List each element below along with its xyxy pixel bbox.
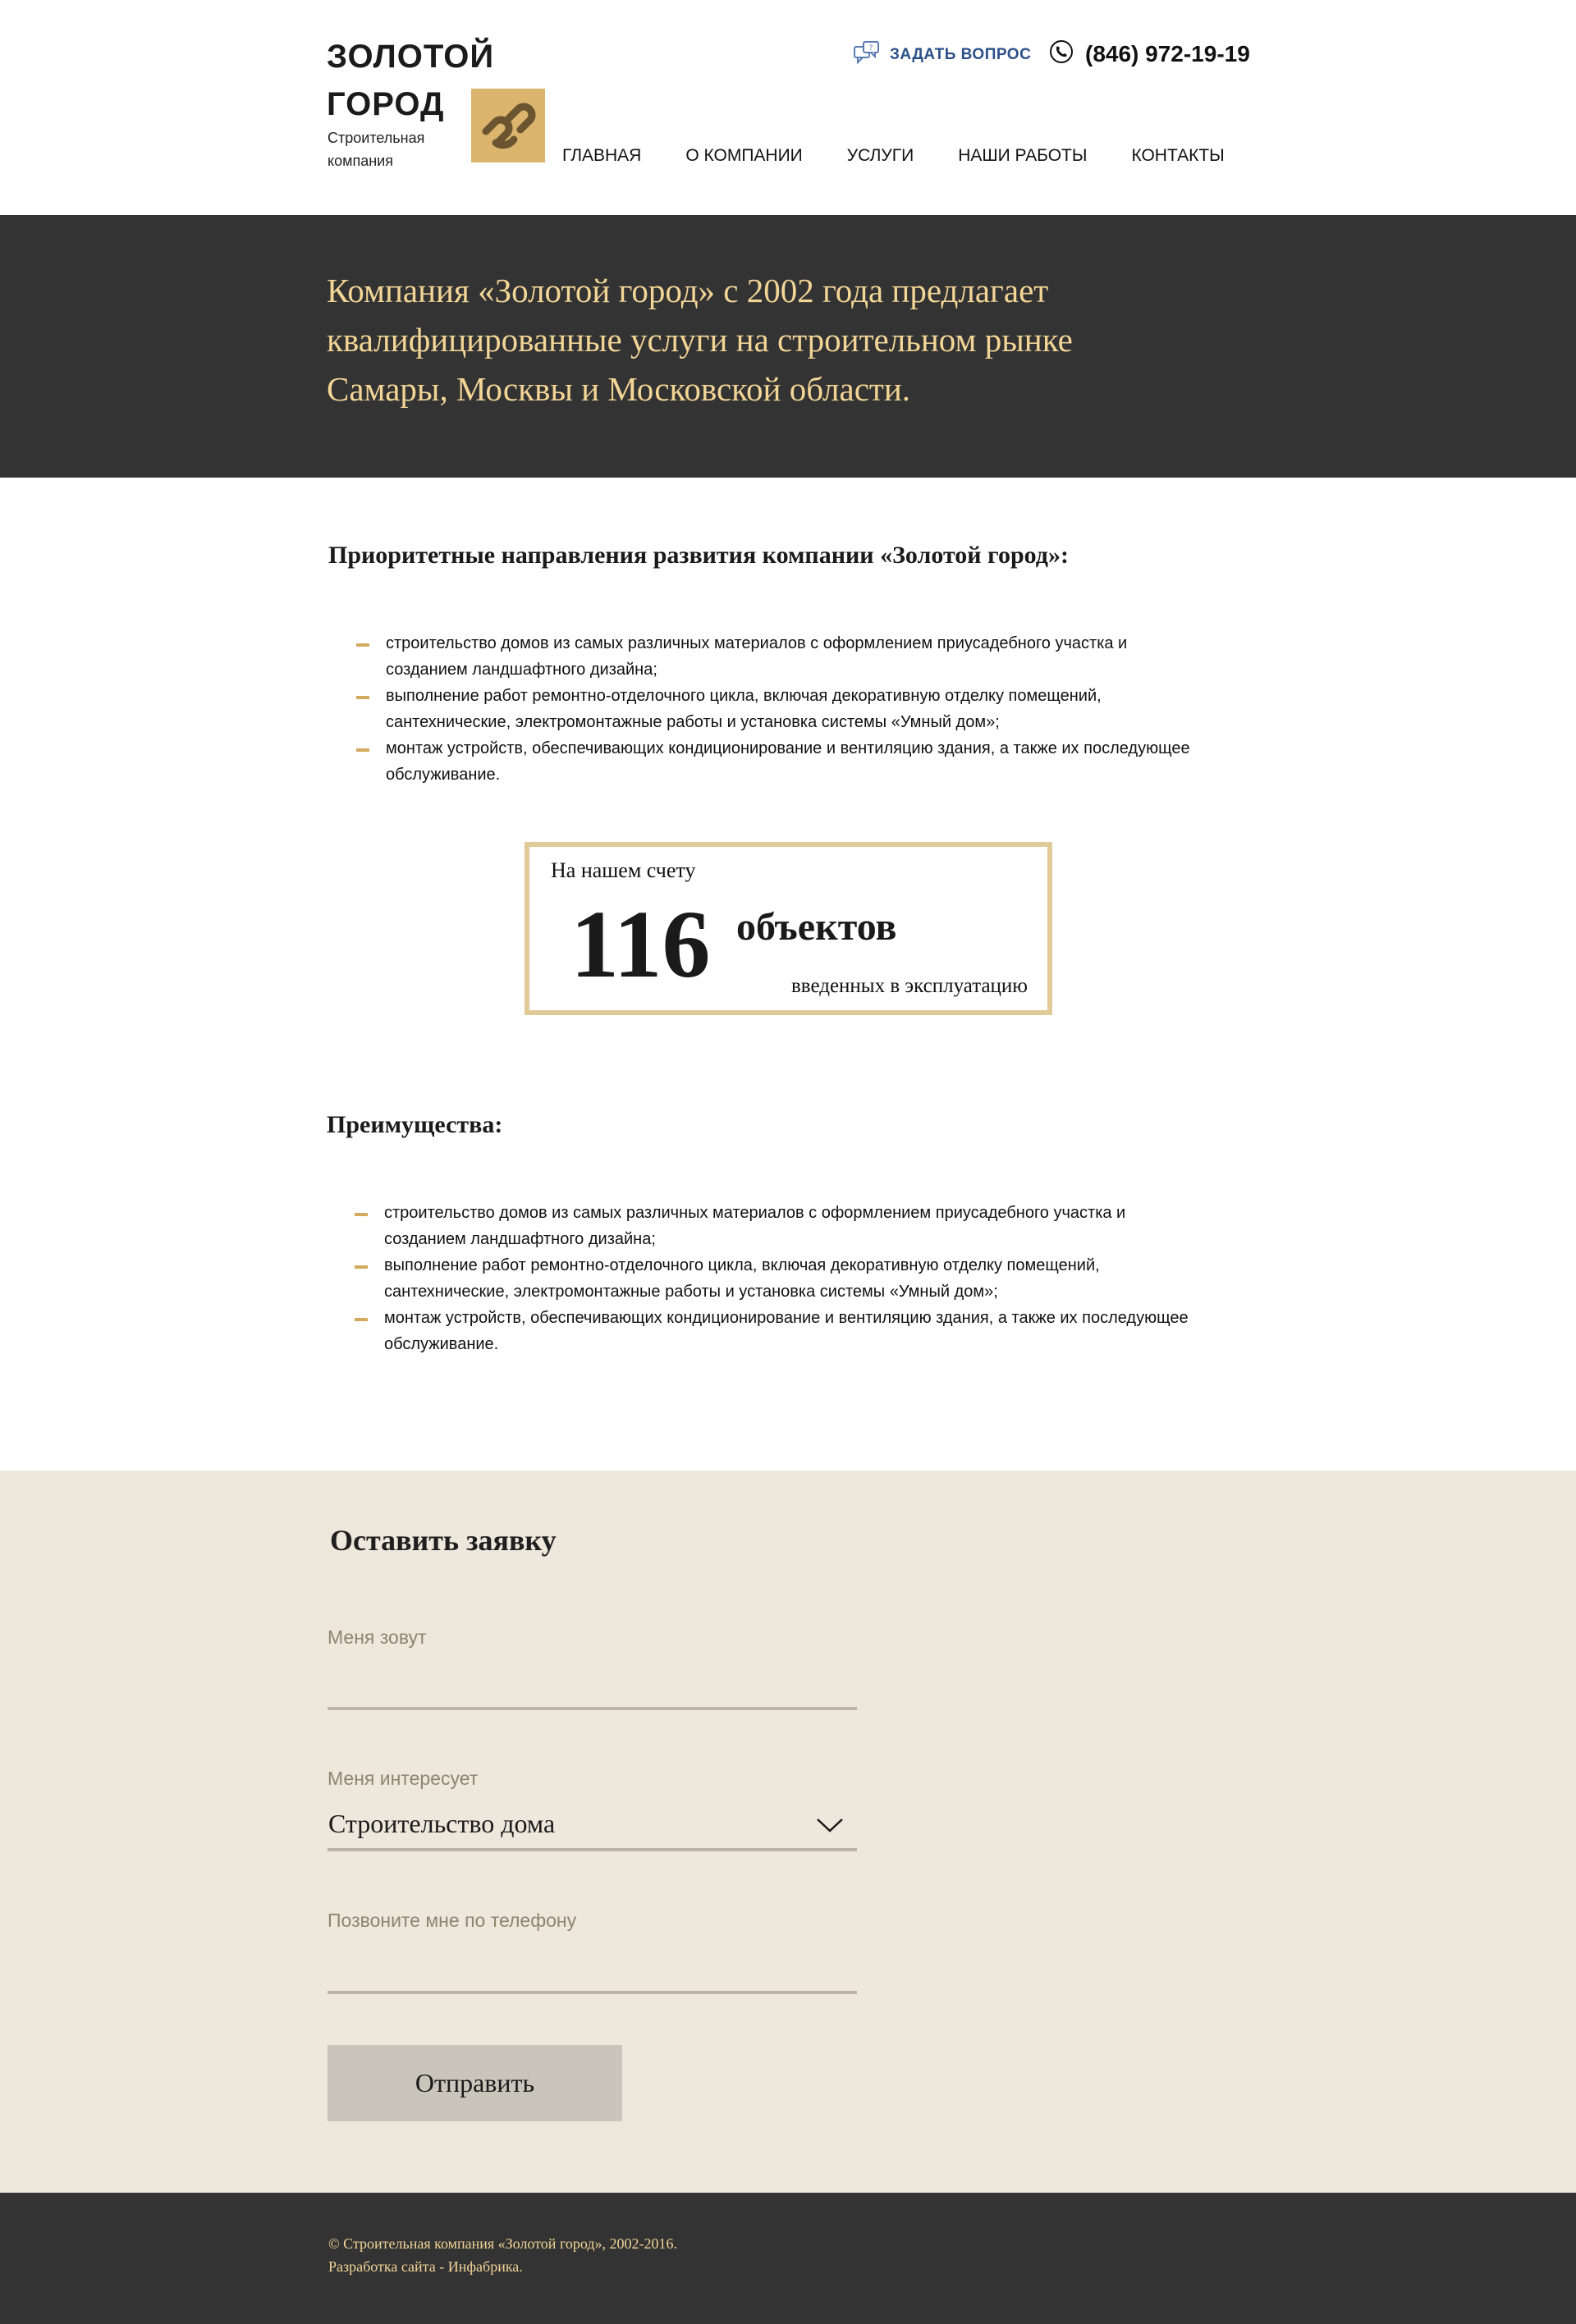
logo-title-line2: ГОРОД [327,86,445,122]
advantages-list: строительство домов из самых различных м… [355,1200,1208,1357]
priorities-heading: Приоритетные направления развития компан… [328,542,1069,569]
logo-subtitle-line1: Строительная [328,130,425,146]
footer-copyright: © Строительная компания «Золотой город»,… [328,2235,678,2252]
phone-field-underline [328,1991,857,1994]
phone-field-label: Позвоните мне по телефону [328,1910,577,1931]
submit-button[interactable]: Отправить [328,2045,622,2121]
phone-input[interactable] [328,1947,857,1983]
nav-item-about[interactable]: О КОМПАНИИ [685,146,802,166]
counter-unit: объектов [736,905,897,949]
objects-counter: На нашем счету 116 объектов введенных в … [525,842,1052,1015]
counter-bottom-text: введенных в эксплуатацию [791,975,1028,997]
phone-link[interactable]: (846) 972-19-19 [1049,39,1250,68]
nav-item-services[interactable]: УСЛУГИ [847,146,914,166]
list-item: строительство домов из самых различных м… [355,1200,1208,1252]
counter-number: 116 [570,890,711,998]
advantages-heading: Преимущества: [327,1111,503,1138]
name-field-label: Меня зовут [328,1626,427,1648]
name-field-underline [328,1707,857,1710]
chat-bubbles-icon: ? [854,41,880,68]
svg-text:?: ? [869,44,873,53]
priorities-list: строительство домов из самых различных м… [356,630,1210,788]
request-form: Оставить заявку Меня зовут Меня интересу… [0,1471,1576,2193]
form-title: Оставить заявку [330,1524,557,1557]
interest-field-label: Меня интересует [328,1768,479,1789]
chevron-down-icon[interactable] [816,1817,844,1837]
hero-banner: Компания «Золотой город» с 2002 года пре… [0,215,1576,478]
list-item: монтаж устройств, обеспечивающих кондици… [356,735,1210,788]
interest-field-underline [328,1848,857,1851]
ask-question-link[interactable]: ? ЗАДАТЬ ВОПРОС [854,41,1031,68]
footer-developer-link[interactable]: Разработка сайта - Инфабрика. [328,2258,523,2276]
phone-icon [1049,39,1074,68]
nav-item-home[interactable]: ГЛАВНАЯ [562,146,641,166]
nav-item-works[interactable]: НАШИ РАБОТЫ [958,146,1087,166]
logo-title[interactable]: ЗОЛОТОЙ ГОРОД [327,33,494,128]
logo-mark-icon[interactable] [471,89,545,162]
logo-title-line1: ЗОЛОТОЙ [327,39,495,75]
hero-text: Компания «Золотой город» с 2002 года пре… [327,272,1073,408]
phone-number: (846) 972-19-19 [1085,40,1250,66]
list-item: строительство домов из самых различных м… [356,630,1210,683]
nav-item-contacts[interactable]: КОНТАКТЫ [1131,146,1224,166]
list-item: выполнение работ ремонтно-отделочного ци… [355,1252,1208,1305]
list-item: монтаж устройств, обеспечивающих кондици… [355,1305,1208,1357]
name-input[interactable] [328,1663,857,1699]
main-content: Приоритетные направления развития компан… [0,478,1576,1471]
logo-subtitle-line2: компания [328,153,393,169]
site-header: ЗОЛОТОЙ ГОРОД Строительная компания ? ЗА… [0,0,1576,215]
logo-subtitle: Строительная компания [328,126,424,172]
ask-question-label: ЗАДАТЬ ВОПРОС [890,45,1032,63]
interest-select-value: Строительство дома [328,1809,556,1838]
counter-top-text: На нашем счету [551,858,696,882]
list-item: выполнение работ ремонтно-отделочного ци… [356,683,1210,735]
main-nav: ГЛАВНАЯ О КОМПАНИИ УСЛУГИ НАШИ РАБОТЫ КО… [562,146,1269,166]
site-footer: © Строительная компания «Золотой город»,… [0,2193,1576,2324]
